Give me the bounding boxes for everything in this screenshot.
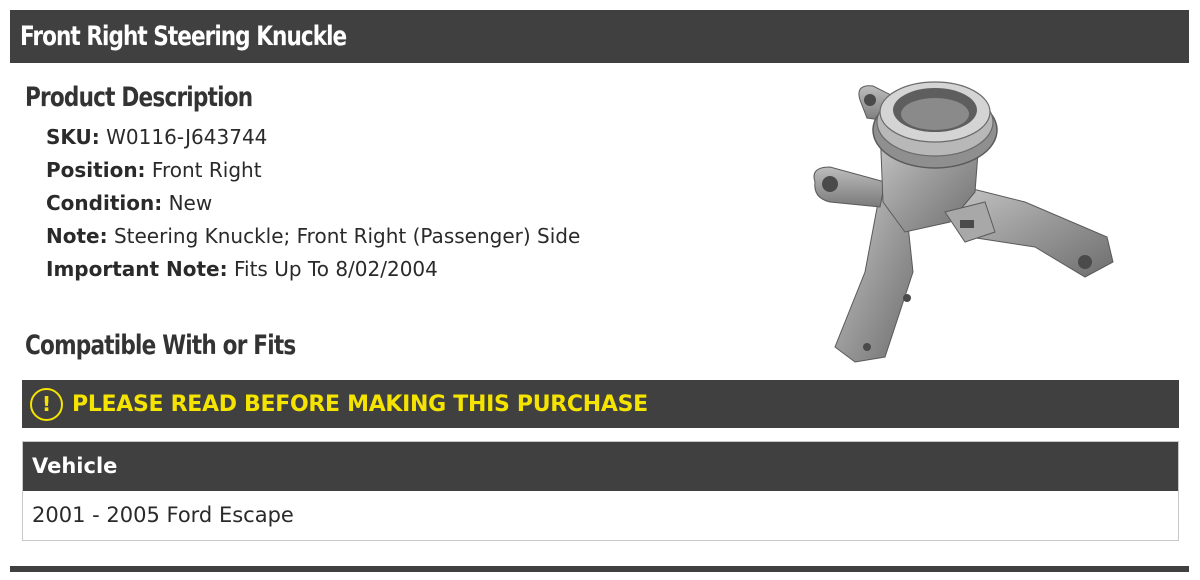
spec-note: Note: Steering Knuckle; Front Right (Pas… (46, 220, 580, 253)
warning-text: PLEASE READ BEFORE MAKING THIS PURCHASE (72, 391, 648, 417)
bottom-divider (10, 566, 1189, 572)
product-description-heading: Product Description (25, 82, 253, 113)
purchase-warning-banner: ! PLEASE READ BEFORE MAKING THIS PURCHAS… (22, 380, 1179, 428)
compatible-heading: Compatible With or Fits (25, 330, 296, 361)
steering-knuckle-image (813, 81, 1114, 363)
spec-label: Condition: (46, 191, 163, 215)
spec-value: W0116-J643744 (106, 125, 268, 149)
spec-important-note: Important Note: Fits Up To 8/02/2004 (46, 253, 580, 286)
spec-label: Important Note: (46, 257, 228, 281)
spec-list: SKU: W0116-J643744 Position: Front Right… (46, 121, 580, 286)
page-title: Front Right Steering Knuckle (20, 21, 347, 52)
table-header-row: Vehicle (22, 441, 1179, 491)
title-bar: Front Right Steering Knuckle (10, 10, 1189, 63)
spec-position: Position: Front Right (46, 154, 580, 187)
spec-value: Steering Knuckle; Front Right (Passenger… (113, 224, 581, 248)
spec-value: Fits Up To 8/02/2004 (233, 257, 438, 281)
spec-condition: Condition: New (46, 187, 580, 220)
spec-label: SKU: (46, 125, 100, 149)
table-row: 2001 - 2005 Ford Escape (22, 490, 1179, 541)
spec-sku: SKU: W0116-J643744 (46, 121, 580, 154)
exclamation-circle-icon: ! (30, 387, 63, 421)
spec-label: Note: (46, 224, 108, 248)
vehicle-cell: 2001 - 2005 Ford Escape (22, 490, 1179, 541)
spec-value: New (168, 191, 213, 215)
spec-value: Front Right (151, 158, 262, 182)
column-header-vehicle: Vehicle (22, 441, 1179, 491)
spec-label: Position: (46, 158, 146, 182)
fitment-table: Vehicle 2001 - 2005 Ford Escape (22, 441, 1179, 541)
